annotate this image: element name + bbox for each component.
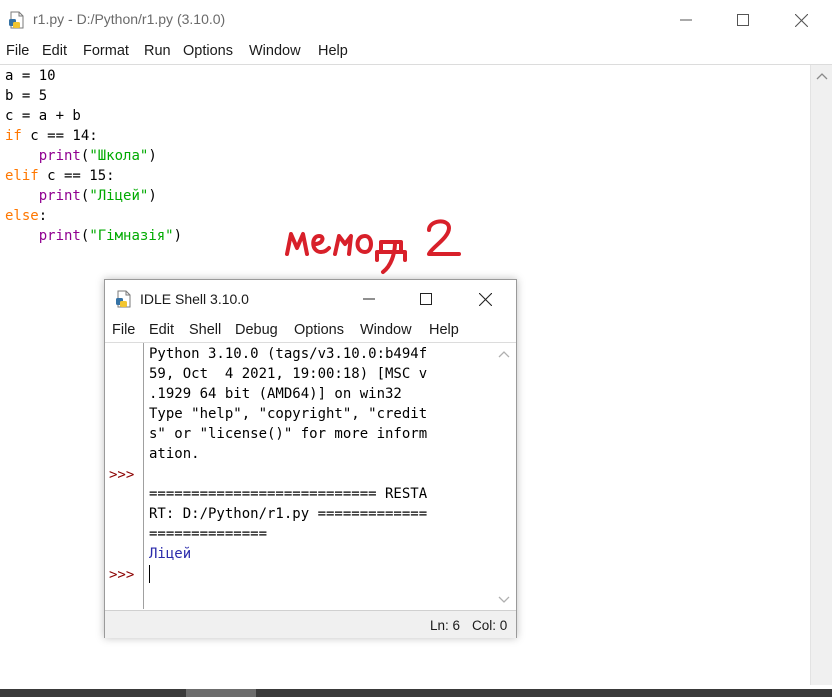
status-line-number: Ln: 6: [430, 618, 461, 633]
menu-file[interactable]: File: [6, 43, 29, 59]
shell-maximize-button[interactable]: [414, 288, 438, 310]
code-line-6-rest: c == 15:: [38, 168, 115, 184]
menu-help[interactable]: Help: [318, 43, 348, 59]
text-cursor: [149, 565, 150, 583]
close-icon: [794, 13, 808, 27]
banner-line: ation.: [149, 446, 200, 462]
restart-line: RT: D:/Python/r1.py =============: [149, 506, 428, 522]
builtin-print: print: [38, 228, 81, 244]
python-file-icon: [115, 290, 133, 308]
close-icon: [478, 292, 492, 306]
input-line[interactable]: [149, 565, 489, 585]
code-line-8-rest: :: [38, 208, 48, 224]
banner-line: Type "help", "copyright", "credit: [149, 406, 428, 422]
idle-shell-window: IDLE Shell 3.10.0 File Edit Shell Debug …: [104, 279, 517, 638]
handwritten-annotation: [285, 219, 461, 274]
editor-close-button[interactable]: [788, 8, 814, 32]
shell-title-bar: IDLE Shell 3.10.0: [105, 280, 516, 318]
shell-menu-help[interactable]: Help: [429, 322, 459, 338]
restart-line: ==============: [149, 526, 268, 542]
shell-prompt: >>>: [109, 467, 135, 483]
editor-vertical-scrollbar[interactable]: [810, 65, 832, 685]
string-literal: "Гімназія": [89, 228, 174, 244]
shell-close-button[interactable]: [473, 288, 497, 310]
shell-vertical-scrollbar[interactable]: [494, 343, 514, 609]
shell-window-title: IDLE Shell 3.10.0: [140, 291, 249, 307]
code-line-3: c = a + b: [5, 108, 81, 124]
editor-menu-bar: File Edit Format Run Options Window Help: [0, 40, 832, 65]
code-text[interactable]: a = 10 b = 5 c = a + b if c == 14: print…: [5, 66, 182, 246]
status-column-number: Col: 0: [472, 618, 508, 633]
string-literal: "Ліцей": [89, 188, 149, 204]
shell-minimize-button[interactable]: [357, 288, 381, 310]
code-line-2: b = 5: [5, 88, 48, 104]
menu-edit[interactable]: Edit: [42, 43, 67, 59]
editor-title-bar: r1.py - D:/Python/r1.py (3.10.0): [0, 0, 832, 40]
banner-line: 59, Oct 4 2021, 19:00:18) [MSC v: [149, 366, 428, 382]
builtin-print: print: [38, 188, 81, 204]
editor-maximize-button[interactable]: [730, 8, 756, 32]
shell-menu-shell[interactable]: Shell: [189, 322, 221, 338]
shell-menu-window[interactable]: Window: [360, 322, 412, 338]
shell-menu-edit[interactable]: Edit: [149, 322, 174, 338]
shell-menu-options[interactable]: Options: [294, 322, 344, 338]
editor-window-title: r1.py - D:/Python/r1.py (3.10.0): [33, 11, 226, 27]
prompt-gutter: >>> >>>: [105, 343, 144, 609]
maximize-icon: [737, 14, 749, 26]
menu-options[interactable]: Options: [183, 43, 233, 59]
scroll-up-arrow-icon[interactable]: [816, 71, 828, 81]
minimize-icon: [363, 298, 375, 300]
keyword-else: else: [5, 208, 39, 224]
editor-minimize-button[interactable]: [673, 8, 699, 32]
paren-close: ): [148, 148, 157, 164]
taskbar-item[interactable]: [186, 689, 256, 697]
code-line-4-rest: c == 14:: [21, 128, 98, 144]
keyword-if: if: [5, 128, 22, 144]
banner-line: .1929 64 bit (AMD64)] on win32: [149, 386, 402, 402]
menu-run[interactable]: Run: [144, 43, 171, 59]
paren-close: ): [148, 188, 157, 204]
program-output: Ліцей: [149, 546, 192, 562]
keyword-elif: elif: [5, 168, 39, 184]
code-line-1: a = 10: [5, 68, 56, 84]
banner-line: Python 3.10.0 (tags/v3.10.0:b494f: [149, 346, 428, 362]
shell-prompt: >>>: [109, 567, 135, 583]
python-file-icon: [8, 11, 26, 29]
taskbar-strip: [0, 689, 832, 697]
shell-menu-file[interactable]: File: [112, 322, 135, 338]
menu-window[interactable]: Window: [249, 43, 301, 59]
restart-line: =========================== RESTA: [149, 486, 428, 502]
minimize-icon: [680, 19, 692, 21]
shell-status-bar: Ln: 6 Col: 0: [105, 610, 516, 638]
maximize-icon: [420, 293, 432, 305]
string-literal: "Школа": [89, 148, 149, 164]
banner-line: s" or "license()" for more inform: [149, 426, 428, 442]
shell-menu-debug[interactable]: Debug: [235, 322, 278, 338]
shell-menu-bar: File Edit Shell Debug Options Window Hel…: [105, 318, 516, 343]
menu-format[interactable]: Format: [83, 43, 129, 59]
builtin-print: print: [38, 148, 81, 164]
scroll-down-arrow-icon[interactable]: [498, 595, 510, 605]
shell-output-area[interactable]: Python 3.10.0 (tags/v3.10.0:b494f 59, Oc…: [149, 344, 489, 585]
scroll-up-arrow-icon[interactable]: [498, 349, 510, 359]
paren-close: ): [173, 228, 183, 244]
